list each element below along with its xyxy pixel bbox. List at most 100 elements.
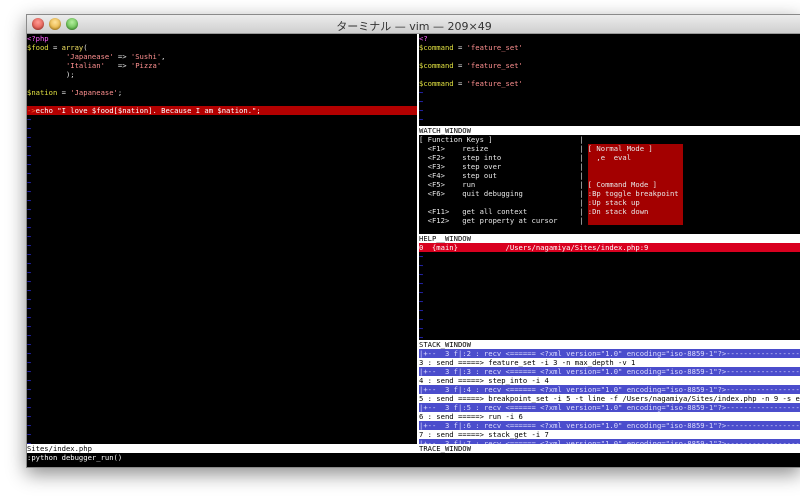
help-command: :Bp toggle breakpoint: [587, 189, 683, 198]
help-row: <F1> resize | [ Normal Mode ]: [419, 144, 800, 153]
help-key: [419, 198, 579, 207]
empty-line-tilde: ~: [419, 270, 424, 279]
help-row: <F12> get property at cursor |: [419, 216, 800, 225]
code-token: ,: [161, 52, 166, 61]
code-token: $command: [419, 79, 454, 88]
help-key: <F6> quit debugging: [419, 189, 580, 198]
empty-line-tilde: ~: [27, 115, 32, 124]
trace-recv-fold[interactable]: |+-- 3 f|:5 : recv <====== <?xml version…: [419, 403, 800, 412]
code-token: =>: [113, 52, 131, 61]
code-token: 'Italian': [65, 61, 105, 70]
code-token: 'Pizza': [130, 61, 162, 70]
help-key: <F5> run: [419, 180, 580, 189]
code-token: =: [48, 43, 62, 52]
empty-line-tilde: ~: [27, 304, 32, 313]
code-token: 'Japanease': [70, 88, 118, 97]
code-line: <?php: [27, 34, 417, 43]
empty-line-tilde: ~: [27, 295, 32, 304]
help-window-label: HELP__WINDOW: [419, 234, 800, 243]
help-command: [587, 171, 683, 180]
trace-recv-fold[interactable]: |+-- 3 f|:2 : recv <====== <?xml version…: [419, 349, 800, 358]
help-row: <F2> step into | ,e eval: [419, 153, 800, 162]
help-row: [ Function Keys ] |: [419, 135, 800, 144]
empty-line-tilde: ~: [419, 333, 424, 340]
code-line: $command = 'feature_set': [419, 43, 800, 52]
help-command: [587, 162, 683, 171]
title-bar[interactable]: ターミナル — vim — 209×49: [27, 15, 800, 34]
help-divider: |: [579, 198, 588, 207]
code-pane[interactable]: <?php $food = array( 'Japanease' => 'Sush…: [27, 34, 417, 444]
help-command: [588, 135, 683, 144]
trace-recv-fold[interactable]: |+-- 3 f|:4 : recv <====== <?xml version…: [419, 385, 800, 394]
command-line[interactable]: :python debugger_run(): [27, 453, 800, 462]
trace-send-line[interactable]: 6 : send =====> run -i 6: [419, 412, 800, 421]
code-token: 'feature_set': [466, 61, 523, 70]
source-pane[interactable]: <? $command = 'feature_set' $command = 'fe…: [419, 34, 800, 126]
empty-line-tilde: ~: [27, 394, 32, 403]
code-line: );: [27, 70, 417, 79]
help-key: <F1> resize: [419, 144, 580, 153]
empty-line-tilde: ~: [27, 250, 32, 259]
code-token: <?: [419, 34, 428, 43]
empty-line-tilde: ~: [27, 124, 32, 133]
empty-line-tilde: ~: [419, 261, 424, 270]
help-row: <F6> quit debugging | :Bp toggle breakpo…: [419, 189, 800, 198]
empty-line-tilde: ~: [27, 160, 32, 169]
stack-pane[interactable]: 0 {main} /Users/nagamiya/Sites/index.php…: [419, 243, 800, 340]
empty-line-tilde: ~: [27, 205, 32, 214]
code-token: =>: [104, 61, 131, 70]
empty-line-tilde: ~: [27, 223, 32, 232]
trace-send-line[interactable]: 3 : send =====> feature_set -i 3 -n max_…: [419, 358, 800, 367]
empty-line-tilde: ~: [27, 259, 32, 268]
current-line: ->echo "I love $food[$nation]. Because I…: [27, 106, 417, 115]
trace-recv-fold[interactable]: |+-- 3 f|:3 : recv <====== <?xml version…: [419, 367, 800, 376]
help-command: ,e eval: [587, 153, 683, 162]
window-title: ターミナル — vim — 209×49: [336, 20, 492, 33]
empty-line-tilde: ~: [419, 315, 424, 324]
code-token: ;: [117, 88, 123, 97]
empty-line-tilde: ~: [419, 252, 424, 261]
help-command: [ Command Mode ]: [587, 180, 683, 189]
code-token: <?php: [27, 34, 49, 43]
code-line: 'Italian' => 'Pizza': [27, 61, 417, 70]
trace-send-line[interactable]: 4 : send =====> step_into -i 4: [419, 376, 800, 385]
empty-line-tilde: ~: [27, 322, 32, 331]
code-token: 'Japanease': [65, 52, 114, 61]
empty-line-tilde: ~: [27, 142, 32, 151]
empty-line-tilde: ~: [27, 214, 32, 223]
stack-frame-row[interactable]: 0 {main} /Users/nagamiya/Sites/index.php…: [419, 243, 800, 252]
help-pane[interactable]: [ Function Keys ] | <F1> resize | [ Norm…: [419, 135, 800, 234]
help-divider: |: [579, 135, 588, 144]
help-command: :Dn stack down: [587, 207, 683, 216]
trace-pane[interactable]: |+-- 3 f|:2 : recv <====== <?xml version…: [419, 349, 800, 444]
empty-line-tilde: ~: [27, 277, 32, 286]
help-key: [ Function Keys ]: [419, 135, 580, 144]
terminal-window: ターミナル — vim — 209×49 <?php $food = array(…: [26, 14, 800, 468]
code-token: =: [453, 61, 467, 70]
code-line: $command = 'feature_set': [419, 61, 800, 70]
vim-area[interactable]: <?php $food = array( 'Japanease' => 'Sush…: [27, 34, 800, 467]
empty-line-tilde: ~: [419, 106, 424, 115]
empty-line-tilde: ~: [27, 430, 32, 439]
help-divider: |: [579, 144, 588, 153]
empty-line-tilde: ~: [419, 297, 424, 306]
empty-line-tilde: ~: [27, 133, 32, 142]
trace-window-label: TRACE_WINDOW: [419, 444, 800, 453]
empty-line-tilde: ~: [27, 187, 32, 196]
empty-line-tilde: ~: [419, 97, 424, 106]
trace-recv-fold[interactable]: |+-- 3 f|:6 : recv <====== <?xml version…: [419, 421, 800, 430]
code-line: 'Japanease' => 'Sushi',: [27, 52, 417, 61]
help-divider: |: [579, 153, 588, 162]
trace-send-line[interactable]: 7 : send =====> stack_get -i 7: [419, 430, 800, 439]
help-divider: |: [579, 180, 588, 189]
help-key: <F2> step into: [419, 153, 580, 162]
trace-send-line[interactable]: 5 : send =====> breakpoint_set -i 5 -t l…: [419, 394, 800, 403]
empty-line-tilde: ~: [27, 268, 32, 277]
help-key: <F11> get all context: [419, 207, 580, 216]
code-token: 'Sushi': [130, 52, 162, 61]
empty-line-tilde: ~: [27, 376, 32, 385]
help-divider: |: [579, 216, 588, 225]
empty-line-tilde: ~: [27, 367, 32, 376]
